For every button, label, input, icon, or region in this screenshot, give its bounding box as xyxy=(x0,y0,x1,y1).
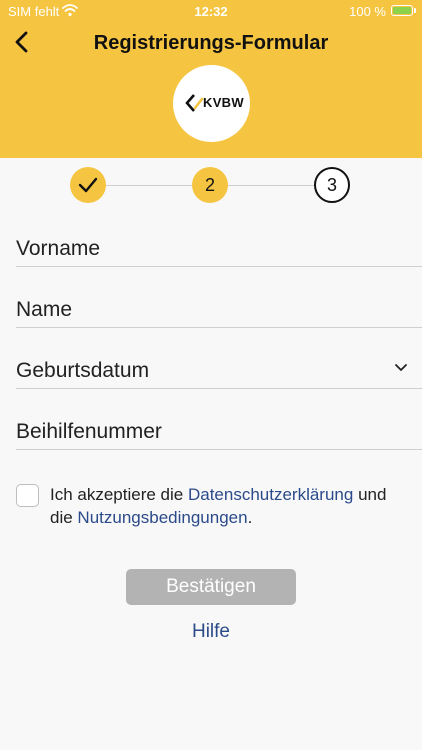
header-bar: SIM fehlt 12:32 100 % Registrierungs-For… xyxy=(0,0,422,158)
status-bar: SIM fehlt 12:32 100 % xyxy=(0,0,422,22)
brand-logo: KVBW xyxy=(173,65,250,142)
consent-suffix: . xyxy=(247,508,253,527)
birthdate-select[interactable]: Geburtsdatum xyxy=(16,349,422,389)
birthdate-label: Geburtsdatum xyxy=(16,359,150,382)
step-connector xyxy=(106,185,192,186)
consent-checkbox[interactable] xyxy=(16,484,39,507)
step-2-current: 2 xyxy=(192,167,228,203)
privacy-policy-link[interactable]: Datenschutzerklärung xyxy=(188,485,353,504)
consent-prefix: Ich akzeptiere die xyxy=(50,485,188,504)
aid-number-label: Beihilfenummer xyxy=(16,420,162,443)
page-title: Registrierungs-Formular xyxy=(93,32,329,54)
chevron-down-icon xyxy=(395,364,407,371)
help-link[interactable]: Hilfe xyxy=(0,621,422,643)
battery-percent: 100 % xyxy=(349,4,386,19)
logo-chevron-icon xyxy=(185,94,204,112)
step-connector xyxy=(228,185,314,186)
last-name-label: Name xyxy=(16,298,73,321)
step-1-completed xyxy=(70,167,106,203)
last-name-field[interactable]: Name xyxy=(16,288,422,328)
battery-icon xyxy=(391,5,413,16)
logo-text: KVBW xyxy=(203,95,244,110)
battery-tip xyxy=(414,8,416,13)
progress-stepper: 2 3 xyxy=(0,165,422,205)
aid-number-field[interactable]: Beihilfenummer xyxy=(16,410,422,450)
step-3-pending: 3 xyxy=(314,167,350,203)
checkmark-icon xyxy=(78,177,98,193)
first-name-field[interactable]: Vorname xyxy=(16,227,422,267)
first-name-label: Vorname xyxy=(16,237,101,260)
confirm-button[interactable]: Bestätigen xyxy=(126,569,296,605)
terms-of-use-link[interactable]: Nutzungsbedingungen xyxy=(77,508,247,527)
consent-text: Ich akzeptiere die Datenschutzerklärung … xyxy=(50,483,410,529)
